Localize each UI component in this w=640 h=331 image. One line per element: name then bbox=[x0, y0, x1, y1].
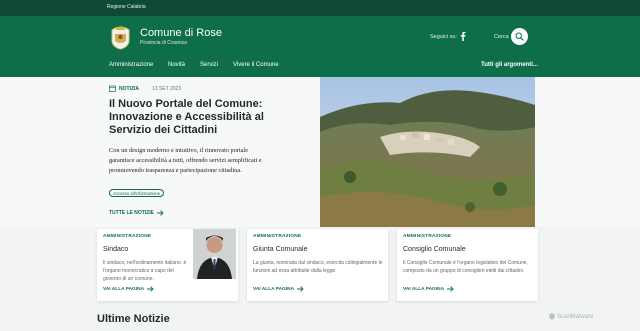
site-name[interactable]: Comune di Rose bbox=[140, 27, 222, 39]
arrow-right-icon bbox=[147, 286, 154, 292]
card-title[interactable]: Giunta Comunale bbox=[253, 246, 307, 253]
card-link-label: VAI ALLA PAGINA bbox=[253, 286, 295, 292]
top-bar: Regione Calabria bbox=[0, 0, 640, 16]
card-title[interactable]: Consiglio Comunale bbox=[403, 246, 466, 253]
card-link[interactable]: VAI ALLA PAGINA bbox=[403, 286, 454, 292]
search-icon bbox=[515, 32, 524, 41]
site-subtitle: Provincia di Cosenza bbox=[140, 40, 187, 46]
calendar-icon bbox=[109, 85, 116, 92]
nav-all-topics[interactable]: Tutti gli argomenti... bbox=[481, 62, 538, 68]
nav-item-amministrazione[interactable]: Amministrazione bbox=[109, 62, 153, 68]
news-category: NOTIZIA bbox=[119, 85, 139, 92]
card-link[interactable]: VAI ALLA PAGINA bbox=[103, 286, 154, 292]
nav-item-novita[interactable]: Novità bbox=[168, 62, 185, 68]
card-consiglio[interactable]: AMMINISTRAZIONE Consiglio Comunale Il Co… bbox=[397, 229, 538, 301]
card-link[interactable]: VAI ALLA PAGINA bbox=[253, 286, 304, 292]
news-tag: NOTIZIA 13 SET 2023 bbox=[109, 85, 181, 92]
card-category: AMMINISTRAZIONE bbox=[253, 234, 302, 239]
crest-icon[interactable] bbox=[109, 24, 132, 50]
search-label: Cerca bbox=[494, 34, 509, 40]
card-description: Il Consiglio Comunale è l'organo legisla… bbox=[403, 260, 528, 274]
news-title[interactable]: Il Nuovo Portale del Comune: Innovazione… bbox=[109, 98, 279, 137]
watermark: ScanMalware bbox=[549, 313, 593, 320]
watermark-text: ScanMalware bbox=[557, 313, 594, 320]
arrow-right-icon bbox=[447, 286, 454, 292]
all-news-label: TUTTE LE NOTIZIE bbox=[109, 210, 154, 216]
region-link[interactable]: Regione Calabria bbox=[107, 4, 146, 10]
social-label: Seguici su: bbox=[430, 34, 457, 40]
facebook-icon[interactable] bbox=[458, 31, 468, 41]
mayor-photo bbox=[193, 229, 236, 279]
card-title[interactable]: Sindaco bbox=[103, 246, 128, 253]
shield-icon bbox=[549, 313, 555, 320]
topic-chip[interactable]: Accesso all'informazione bbox=[109, 189, 165, 197]
all-news-link[interactable]: TUTTE LE NOTIZIE bbox=[109, 210, 164, 216]
news-date: 13 SET 2023 bbox=[152, 85, 182, 92]
search-button[interactable] bbox=[511, 28, 528, 45]
card-description: La giunta, nominata dal sindaco, esercit… bbox=[253, 260, 383, 274]
nav-item-vivere-il-comune[interactable]: Vivere il Comune bbox=[233, 62, 279, 68]
card-giunta[interactable]: AMMINISTRAZIONE Giunta Comunale La giunt… bbox=[247, 229, 388, 301]
hero-news: NOTIZIA 13 SET 2023 Il Nuovo Portale del… bbox=[0, 77, 640, 227]
card-description: Il sindaco, nell'ordinamento italiano, è… bbox=[103, 260, 187, 282]
site-header: Comune di Rose Provincia di Cosenza Segu… bbox=[0, 16, 640, 77]
arrow-right-icon bbox=[157, 210, 164, 216]
card-sindaco[interactable]: AMMINISTRAZIONE Sindaco Il sindaco, nell… bbox=[97, 229, 238, 301]
card-link-label: VAI ALLA PAGINA bbox=[403, 286, 445, 292]
village-photo bbox=[320, 77, 535, 227]
card-link-label: VAI ALLA PAGINA bbox=[103, 286, 145, 292]
card-category: AMMINISTRAZIONE bbox=[103, 234, 152, 239]
arrow-right-icon bbox=[297, 286, 304, 292]
news-summary: Con un design moderno e intuitivo, il ri… bbox=[109, 147, 262, 174]
nav-item-servizi[interactable]: Servizi bbox=[200, 62, 218, 68]
card-category: AMMINISTRAZIONE bbox=[403, 234, 452, 239]
section-title: Ultime Notizie bbox=[97, 313, 170, 325]
